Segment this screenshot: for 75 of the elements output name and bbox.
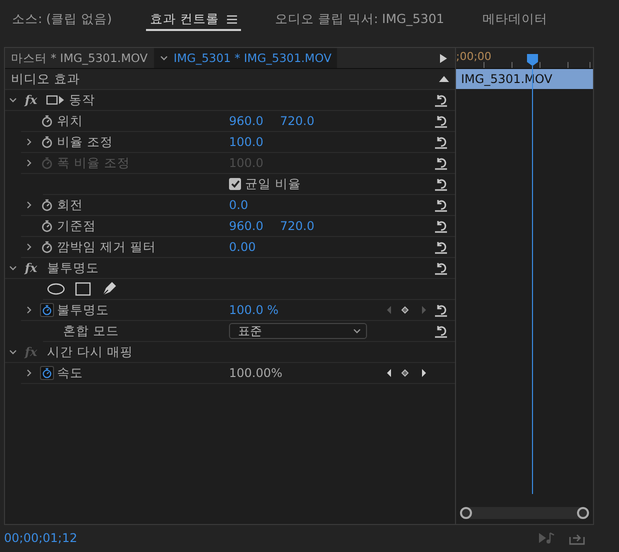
panel-tab[interactable]: 오디오 클립 믹서: IMG_5301 xyxy=(270,9,448,31)
reset-icon[interactable] xyxy=(434,94,448,106)
checkbox[interactable] xyxy=(229,178,241,190)
pen-icon[interactable] xyxy=(101,281,117,297)
chevron-down-icon[interactable] xyxy=(160,54,168,62)
reset-icon[interactable] xyxy=(434,324,448,338)
stopwatch-icon[interactable] xyxy=(40,219,54,233)
property-value[interactable]: 720.0 xyxy=(280,114,330,128)
reset-icon[interactable] xyxy=(434,304,448,316)
stopwatch-icon[interactable] xyxy=(40,366,54,380)
ruler-timecode: ;00;00 xyxy=(456,50,492,63)
property-name: 혼합 모드 xyxy=(63,322,120,340)
play-icon[interactable] xyxy=(440,54,447,62)
property-value[interactable]: 100.0 xyxy=(229,135,279,149)
reset-icon[interactable] xyxy=(434,178,448,190)
collapse-icon[interactable] xyxy=(439,76,449,82)
panel-tab[interactable]: 메타데이터 xyxy=(478,9,552,31)
property-name: 불투명도 xyxy=(57,302,110,318)
export-icon[interactable] xyxy=(569,532,585,544)
reset-icon[interactable] xyxy=(434,114,448,128)
panel-tab[interactable]: 효과 컨트롤 xyxy=(146,9,241,31)
current-timecode[interactable]: 00;00;01;12 xyxy=(4,531,539,545)
chevron-down-icon[interactable] xyxy=(9,96,17,104)
property-name: 비율 조정 xyxy=(57,134,114,150)
property-value[interactable]: 960.0 xyxy=(229,114,279,128)
stopwatch-icon[interactable] xyxy=(40,135,54,149)
effect-name: 동작 xyxy=(69,92,96,108)
reset-icon[interactable] xyxy=(434,262,448,274)
section-title: 비디오 효과 xyxy=(11,70,81,88)
property-value[interactable]: 720.0 xyxy=(280,219,330,233)
reset-icon[interactable] xyxy=(434,198,448,212)
playhead-icon[interactable] xyxy=(527,54,538,66)
keyframe-navigator-icon[interactable] xyxy=(387,368,427,378)
keyframe-navigator-icon[interactable] xyxy=(387,305,427,315)
menu-icon[interactable] xyxy=(226,14,237,24)
chevron-right-icon[interactable] xyxy=(25,243,33,251)
clip-bar[interactable]: IMG_5301.MOV xyxy=(456,69,593,89)
chevron-down-icon[interactable] xyxy=(353,327,361,335)
fx-toggle[interactable]: fx xyxy=(24,93,38,107)
chevron-right-icon[interactable] xyxy=(25,306,33,314)
property-value[interactable]: 100.0 % xyxy=(229,303,279,317)
property-name: 기준점 xyxy=(57,218,97,234)
reset-icon[interactable] xyxy=(434,240,448,254)
property-value[interactable]: 0.00 xyxy=(229,240,279,254)
ellipse-mask-icon[interactable] xyxy=(47,283,65,295)
fx-toggle[interactable]: fx xyxy=(24,261,38,275)
stopwatch-icon[interactable] xyxy=(40,198,54,212)
property-value[interactable]: 0.0 xyxy=(229,198,279,212)
chevron-right-icon[interactable] xyxy=(25,369,33,377)
property-value[interactable]: 960.0 xyxy=(229,219,279,233)
clip-tab[interactable]: IMG_5301 * IMG_5301.MOV xyxy=(154,48,338,68)
panel-tab[interactable]: 소스: (클립 없음) xyxy=(8,9,116,31)
chevron-right-icon[interactable] xyxy=(25,201,33,209)
rectangle-mask-icon[interactable] xyxy=(75,282,91,296)
property-name: 회전 xyxy=(57,196,84,214)
property-name: 속도 xyxy=(57,364,84,382)
property-name: 위치 xyxy=(57,112,84,130)
clip-tab[interactable]: 마스터 * IMG_5301.MOV xyxy=(5,48,154,68)
effect-name: 시간 다시 매핑 xyxy=(47,344,134,360)
blend-mode-dropdown[interactable]: 표준 xyxy=(229,323,367,339)
checkbox-label: 균일 비율 xyxy=(245,176,302,192)
stopwatch-icon[interactable] xyxy=(40,240,54,254)
zoom-scrollbar[interactable] xyxy=(460,507,589,519)
property-name: 깜박임 제거 필터 xyxy=(57,238,157,256)
chevron-right-icon[interactable] xyxy=(25,138,33,146)
chevron-down-icon[interactable] xyxy=(9,264,17,272)
stopwatch-icon[interactable] xyxy=(40,114,54,128)
stopwatch-icon[interactable] xyxy=(40,303,54,317)
reset-icon[interactable] xyxy=(434,136,448,148)
reset-icon[interactable] xyxy=(434,220,448,232)
effect-name: 불투명도 xyxy=(47,260,100,276)
chevron-down-icon[interactable] xyxy=(9,348,17,356)
reset-icon[interactable] xyxy=(434,156,448,170)
property-name: 폭 비율 조정 xyxy=(57,154,131,172)
transform-handle-icon[interactable] xyxy=(45,94,65,106)
